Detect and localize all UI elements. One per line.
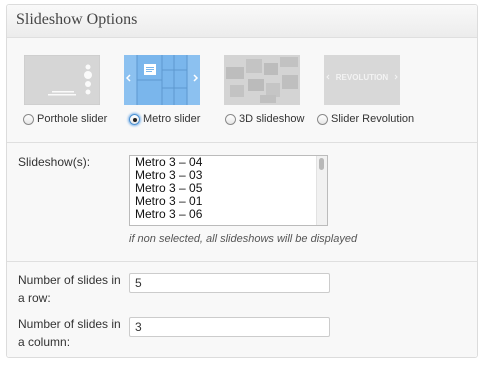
slideshows-section: Slideshow(s): Metro 3 – 04 Metro 3 – 03 … [7, 143, 477, 262]
revolution-thumb-text: REVOLUTION [336, 73, 389, 82]
slides-in-row-label: Number of slides in a row: [18, 271, 121, 307]
radio-label-metro: Metro slider [143, 113, 201, 125]
scrollbar-thumb[interactable] [319, 158, 324, 170]
radio-button[interactable] [317, 113, 328, 125]
radio-label-porthole: Porthole slider [37, 113, 108, 125]
revolution-thumbnail[interactable]: REVOLUTION [324, 55, 400, 105]
porthole-thumbnail[interactable] [23, 54, 101, 106]
radio-button[interactable] [23, 113, 34, 125]
slides-in-column-label-line1: Number of slides in [18, 317, 121, 331]
slides-count-section: Number of slides in a row: Number of sli… [7, 262, 477, 357]
panel-title: Slideshow Options [16, 11, 138, 28]
metro-thumbnail[interactable] [124, 55, 200, 105]
radio-metro-slider[interactable]: Metro slider [129, 111, 200, 127]
slideshow-options-panel: Slideshow Options REVOLUTION Porthole sl… [6, 4, 478, 358]
slideshows-label: Slideshow(s): [18, 155, 91, 169]
slides-in-column-input[interactable] [129, 317, 330, 337]
list-item[interactable]: Metro 3 – 06 [130, 208, 327, 221]
radio-label-revolution: Slider Revolution [331, 113, 415, 125]
slides-in-column-label-line2: a column: [18, 335, 71, 349]
radio-slider-revolution[interactable]: Slider Revolution [317, 111, 414, 127]
slides-in-row-label-line2: a row: [18, 291, 51, 305]
radio-button-checked[interactable] [129, 113, 140, 125]
radio-porthole-slider[interactable]: Porthole slider [23, 111, 107, 127]
3d-slideshow-thumbnail[interactable] [224, 55, 300, 105]
slides-in-row-label-line1: Number of slides in [18, 273, 121, 287]
slideshows-listbox[interactable]: Metro 3 – 04 Metro 3 – 03 Metro 3 – 05 M… [129, 155, 328, 226]
radio-button[interactable] [225, 113, 236, 125]
panel-header: Slideshow Options [7, 5, 477, 38]
slides-in-column-label: Number of slides in a column: [18, 315, 121, 351]
slides-in-row-input[interactable] [129, 273, 330, 293]
slider-type-section: REVOLUTION Porthole slider Metro slider … [7, 38, 477, 143]
radio-3d-slideshow[interactable]: 3D slideshow [225, 111, 304, 127]
radio-label-3d: 3D slideshow [239, 113, 305, 125]
slideshows-hint: if non selected, all slideshows will be … [129, 233, 358, 245]
listbox-scrollbar[interactable] [316, 156, 327, 225]
